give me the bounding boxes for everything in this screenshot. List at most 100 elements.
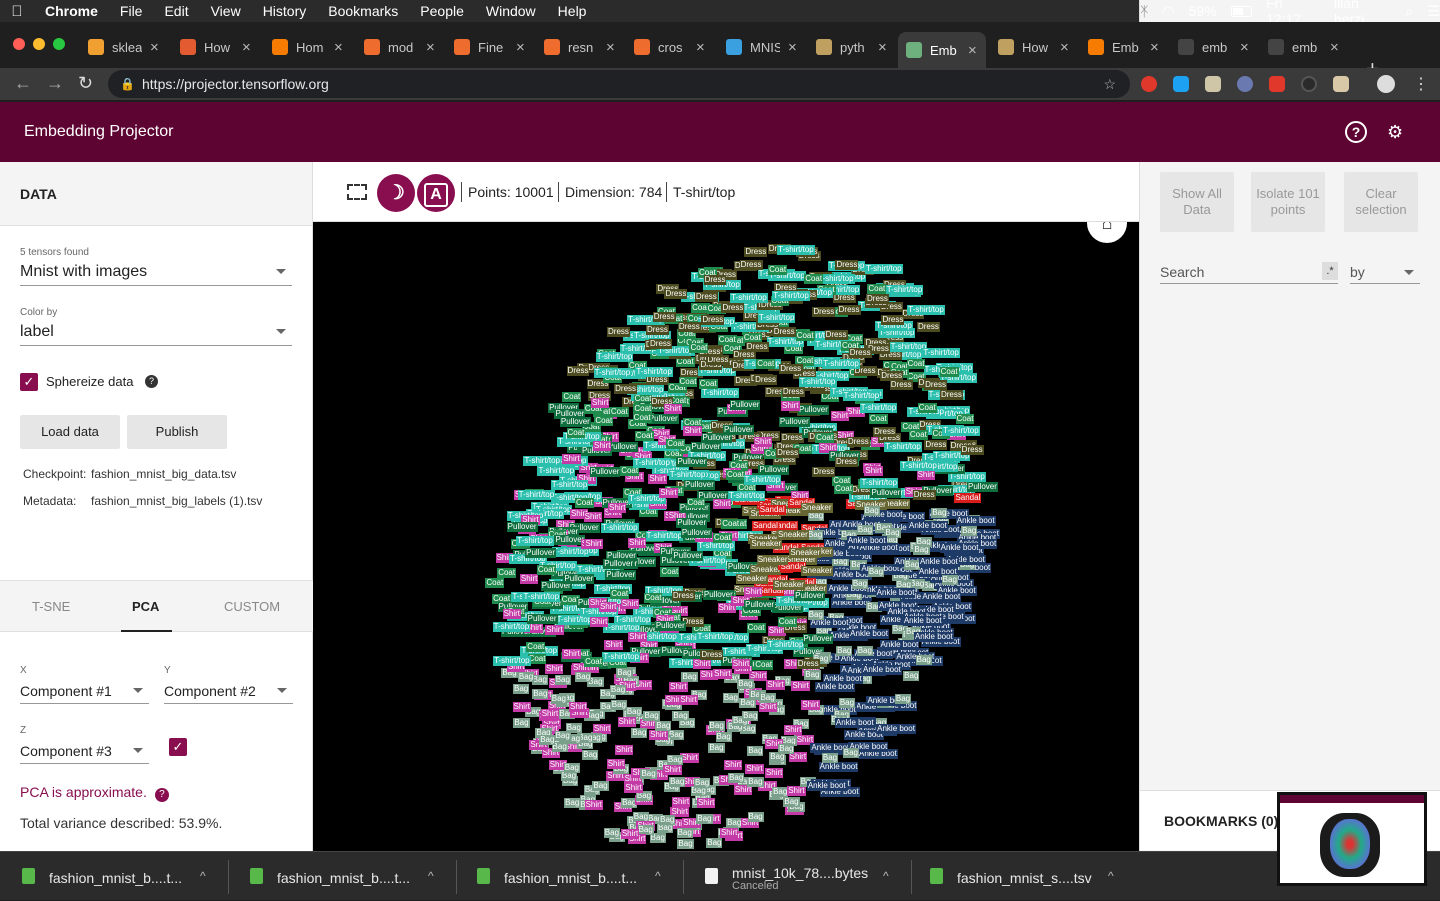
point-label[interactable]: Bag [742,710,759,721]
point-label[interactable]: Bag [513,718,530,729]
point-label[interactable]: T-shirt/top [730,292,768,303]
point-label[interactable]: Bag [807,609,824,620]
close-tab-icon[interactable]: × [606,39,615,56]
publish-button[interactable]: Publish [127,415,227,449]
point-label[interactable]: Bag [851,578,869,589]
point-label[interactable]: Bag [517,671,535,682]
point-label[interactable]: Sneaker [756,554,789,565]
point-label[interactable]: T-shirt/top [613,614,652,625]
point-label[interactable]: Shirt [731,659,751,670]
point-label[interactable]: Shirt [753,437,773,448]
menu-bookmarks[interactable]: Bookmarks [317,3,409,19]
point-label[interactable]: Bag [610,699,627,710]
point-label[interactable]: T-shirt/top [822,359,860,370]
point-label[interactable]: T-shirt/top [757,313,796,323]
label-mode-icon[interactable]: A [417,174,455,212]
point-label[interactable]: Shirt [758,701,778,712]
point-label[interactable]: Dress [916,321,940,332]
point-label[interactable]: Bag [625,706,643,717]
point-label[interactable]: Shirt [502,608,522,619]
point-label[interactable]: Bag [563,763,580,774]
point-label[interactable]: T-shirt/top [772,291,810,302]
clear-selection-button[interactable]: Clear selection [1344,172,1418,232]
point-label[interactable]: Coat [795,330,815,341]
menu-history[interactable]: History [252,3,318,19]
point-label[interactable]: Dress [835,259,859,270]
point-label[interactable]: Dress [781,386,805,397]
point-label[interactable]: Coat [660,566,680,577]
point-label[interactable]: Coat [634,430,654,441]
point-label[interactable]: Dress [614,384,638,395]
battery-icon[interactable] [1230,5,1253,17]
menu-view[interactable]: View [200,3,252,19]
forward-arrow-icon[interactable]: → [46,73,64,94]
point-label[interactable]: Shirt [713,668,732,679]
point-label[interactable]: Ankle boot [815,681,855,692]
point-label[interactable]: Shirt [562,454,581,465]
point-label[interactable]: Pullover [758,464,790,475]
address-bar[interactable]: 🔒 https://projector.tensorflow.org ☆ [108,70,1130,98]
point-label[interactable]: Coat [584,656,603,667]
point-label[interactable]: Shirt [712,499,732,510]
point-label[interactable]: Dress [739,259,763,270]
point-label[interactable]: Bag [676,827,693,838]
point-label[interactable]: Dress [754,375,778,386]
chevron-up-icon[interactable]: ^ [1108,869,1114,883]
tab-pca[interactable]: PCA [132,599,159,614]
point-label[interactable]: Coat [768,264,788,275]
close-tab-icon[interactable]: × [242,39,251,56]
point-label[interactable]: Shirt [719,828,739,839]
chevron-up-icon[interactable]: ^ [428,869,434,883]
close-tab-icon[interactable]: × [1150,39,1159,56]
point-label[interactable]: T-shirt/top [766,639,805,650]
minimize-window-button[interactable] [33,38,45,50]
browser-tab[interactable]: Emb × [1080,32,1168,62]
point-label[interactable]: Shirt [512,701,531,712]
chrome-menu-icon[interactable]: ⋮ [1413,74,1429,94]
point-label[interactable]: Shirt [830,410,850,421]
point-label[interactable]: Bag [574,671,592,682]
point-label[interactable]: Ankle boot [862,665,902,676]
point-label[interactable]: Shirt [606,758,626,769]
point-label[interactable]: Bag [564,798,581,809]
point-label[interactable]: Coat [643,593,663,604]
point-label[interactable]: T-shirt/top [942,425,980,436]
point-label[interactable]: Bag [856,646,873,657]
menu-file[interactable]: File [109,3,154,19]
point-label[interactable]: Shirt [591,398,610,409]
point-label[interactable]: Pullover [794,591,826,602]
point-label[interactable]: Dress [873,427,896,438]
point-label[interactable]: Coat [917,403,937,414]
point-label[interactable]: Sneaker [750,538,783,549]
point-label[interactable]: Coat [721,519,741,530]
point-label[interactable]: Pullover [603,558,635,569]
point-label[interactable]: Pullover [778,417,810,428]
point-label[interactable]: Ankle boot [834,717,875,728]
point-label[interactable]: Dress [677,322,701,333]
load-data-button[interactable]: Load data [20,415,120,449]
point-label[interactable]: T-shirt/top [922,347,960,358]
point-label[interactable]: Sneaker [749,564,782,575]
point-label[interactable]: Shirt [659,488,678,499]
point-label[interactable]: T-shirt/top [537,465,576,476]
point-label[interactable]: Bag [550,693,567,704]
bug-report-icon[interactable]: ⚙ [1387,122,1403,143]
point-label[interactable]: Coat [610,589,630,600]
point-label[interactable]: Pullover [702,590,734,601]
isolate-points-button[interactable]: Isolate 101 points [1251,172,1325,232]
point-label[interactable]: T-shirt/top [593,368,632,379]
point-label[interactable]: Shirt [680,753,699,764]
twitter-extension-icon[interactable] [1173,76,1189,92]
point-label[interactable]: Bag [778,744,795,755]
close-tab-icon[interactable]: × [150,39,159,56]
point-label[interactable]: Bag [747,745,764,756]
download-item[interactable]: fashion_mnist_b....t... ^ [455,852,684,901]
point-label[interactable]: T-shirt/top [668,470,707,481]
point-label[interactable]: Dress [812,306,836,317]
close-tab-icon[interactable]: × [516,39,525,56]
point-label[interactable]: Coat [689,343,709,354]
point-label[interactable]: Bag [659,815,676,826]
point-label[interactable]: T-shirt/top [645,530,684,541]
point-label[interactable]: Pullover [683,480,715,491]
browser-tab[interactable]: resn × [536,32,624,62]
